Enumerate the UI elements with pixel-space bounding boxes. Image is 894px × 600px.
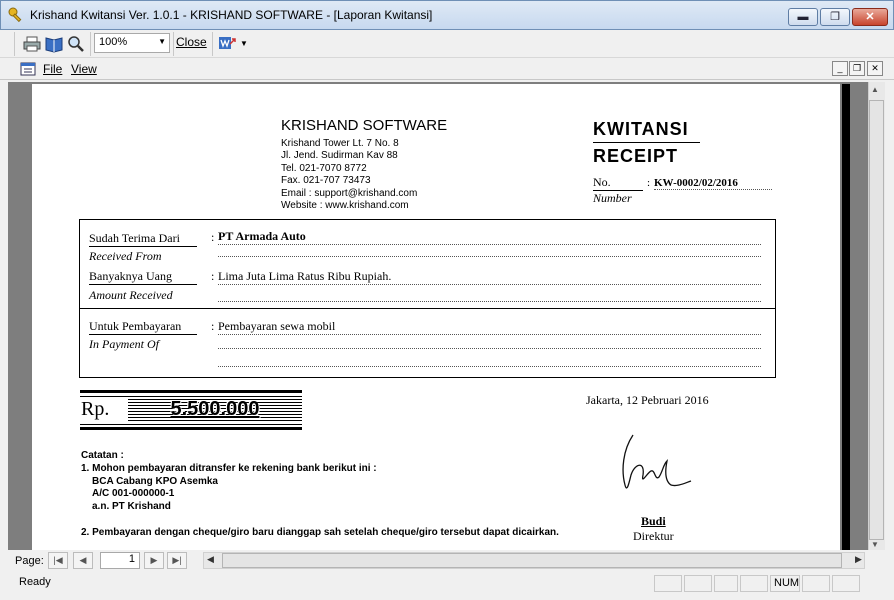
scroll-up-icon[interactable]: ▲ <box>871 85 879 94</box>
colon: : <box>211 269 215 283</box>
dotted-line <box>218 348 761 349</box>
number-sublabel: Number <box>593 191 632 205</box>
amount-rule <box>80 396 302 397</box>
note-line: 2. Pembayaran dengan cheque/giro baru di… <box>81 527 559 538</box>
note-line: BCA Cabang KPO Asemka <box>92 475 218 487</box>
amount-rule <box>80 424 302 425</box>
book-icon[interactable] <box>44 35 64 53</box>
note-line: 1. Mohon pembayaran ditransfer ke rekeni… <box>81 462 377 474</box>
amount-words-value: Lima Juta Lima Ratus Ribu Rupiah. <box>218 269 761 285</box>
field-sublabel: In Payment Of <box>89 337 159 351</box>
last-page-button[interactable]: ▶| <box>167 552 187 569</box>
mdi-close-button[interactable]: ✕ <box>867 61 883 76</box>
toolbar-separator <box>90 32 91 56</box>
toolbar-grip <box>14 32 15 56</box>
toolbar-separator <box>212 32 213 56</box>
field-label: Banyaknya Uang <box>89 269 197 285</box>
address-line-1: Krishand Tower Lt. 7 No. 8 <box>281 138 399 149</box>
window-title: Krishand Kwitansi Ver. 1.0.1 - KRISHAND … <box>30 8 433 22</box>
zoom-value: 100% <box>99 36 128 48</box>
company-name: KRISHAND SOFTWARE <box>281 117 448 134</box>
status-panel <box>802 575 830 592</box>
menu-file[interactable]: File <box>43 62 62 76</box>
num-lock-indicator: NUM <box>770 575 800 592</box>
mdi-minimize-button[interactable]: _ <box>832 61 848 76</box>
payment-for-value: Pembayaran sewa mobil <box>218 319 761 335</box>
page-label: Page: <box>15 555 44 567</box>
amount-rule <box>80 427 302 430</box>
zoom-icon[interactable] <box>66 35 86 53</box>
close-report-button[interactable]: Close <box>176 35 207 49</box>
menu-view[interactable]: View <box>71 62 97 76</box>
field-label: Sudah Terima Dari <box>89 231 197 247</box>
receipt-title-en: RECEIPT <box>593 146 679 166</box>
status-panel <box>714 575 738 592</box>
mdi-restore-button[interactable]: ❐ <box>849 61 865 76</box>
field-sublabel: Received From <box>89 249 162 263</box>
status-panel <box>740 575 768 592</box>
export-icon[interactable] <box>218 35 238 53</box>
field-divider <box>80 308 775 309</box>
notes-title: Catatan : <box>81 450 124 461</box>
note-line: a.n. PT Krishand <box>92 501 171 513</box>
signature-image <box>622 434 692 489</box>
status-panel <box>684 575 712 592</box>
company-email: Email : support@krishand.com <box>281 187 418 199</box>
receipt-title: KWITANSI <box>593 119 700 143</box>
maximize-button[interactable]: ❐ <box>820 8 850 26</box>
field-sublabel: Amount Received <box>89 288 173 302</box>
company-fax: Fax. 021-707 73473 <box>281 175 371 187</box>
amount-value: 5.500.000 <box>170 398 260 420</box>
address-line-2: Jl. Jend. Sudirman Kav 88 <box>281 150 398 162</box>
colon: : <box>647 177 651 189</box>
status-text: Ready <box>19 576 51 588</box>
first-page-button[interactable]: |◀ <box>48 552 68 569</box>
received-from-value: PT Armada Auto <box>218 229 761 245</box>
dotted-line <box>218 256 761 257</box>
report-icon <box>20 62 36 76</box>
close-window-button[interactable]: ✕ <box>852 8 888 26</box>
chevron-down-icon: ▼ <box>158 37 166 46</box>
company-website: Website : www.krishand.com <box>281 200 409 212</box>
next-page-button[interactable]: ▶ <box>144 552 164 569</box>
previous-page-button[interactable]: ◀ <box>73 552 93 569</box>
scroll-down-icon[interactable]: ▼ <box>871 540 879 549</box>
receipt-number: KW-0002/02/2016 <box>654 177 772 190</box>
notes: Catatan : 1. Mohon pembayaran ditransfer… <box>81 450 377 514</box>
colon: : <box>211 230 215 244</box>
scroll-left-icon[interactable]: ◀ <box>207 554 214 565</box>
scroll-thumb[interactable] <box>869 100 884 540</box>
scroll-thumb[interactable] <box>222 553 842 568</box>
dotted-line <box>218 366 761 367</box>
currency-label: Rp. <box>81 398 110 420</box>
minimize-button[interactable]: ▬ <box>788 8 818 26</box>
menu-bar <box>0 58 894 80</box>
page-number-input[interactable]: 1 <box>100 552 140 569</box>
company-tel: Tel. 021-7070 8772 <box>281 162 367 174</box>
status-panel <box>832 575 860 592</box>
zoom-select[interactable]: 100% ▼ <box>94 33 170 53</box>
company-address: Krishand Tower Lt. 7 No. 8 Jl. Jend. Sud… <box>281 138 417 212</box>
print-icon[interactable] <box>22 35 42 53</box>
dotted-line <box>218 301 761 302</box>
key-icon <box>8 7 22 23</box>
signer-title: Direktur <box>633 529 674 543</box>
status-panel <box>654 575 682 592</box>
toolbar-separator <box>173 32 174 56</box>
amount-rule <box>80 390 302 393</box>
scroll-right-icon[interactable]: ▶ <box>855 554 862 565</box>
page-shadow <box>842 84 850 550</box>
chevron-down-icon[interactable]: ▼ <box>240 39 248 48</box>
signer-name: Budi <box>641 514 666 528</box>
field-label: Untuk Pembayaran <box>89 319 197 335</box>
note-line: A/C 001-000000-1 <box>92 488 175 500</box>
place-date: Jakarta, 12 Pebruari 2016 <box>586 393 709 407</box>
colon: : <box>211 319 215 333</box>
number-label: No. <box>593 175 643 191</box>
